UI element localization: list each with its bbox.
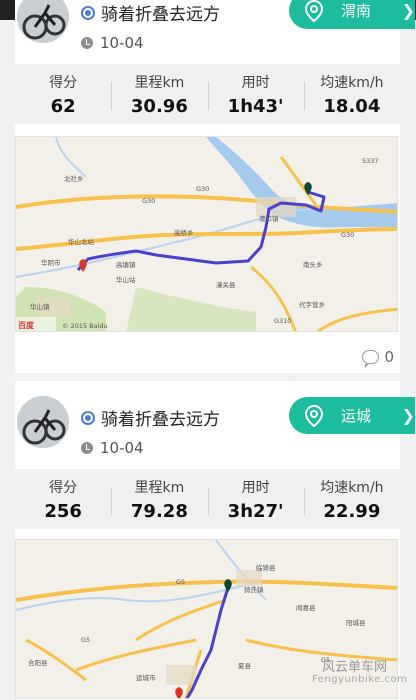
stat-value: 18.04 [323,96,381,117]
user-name[interactable]: 骑着折叠去远方 [101,0,220,25]
map-label: 夏县 [238,662,252,670]
stat-value: 62 [50,96,76,117]
user-row: 骑着折叠去远方 [81,405,220,430]
location-button[interactable]: 渭南 ❯ [289,0,415,29]
stat-avg-speed: 均速km/h 22.99 [303,469,400,529]
map-label: 华阴市 [41,258,61,267]
map-label: G5 [81,636,90,644]
stat-score: 得分 256 [15,469,111,529]
user-icon [81,410,95,425]
chevron-right-icon: ❯ [401,406,415,425]
location-button[interactable]: 运城 ❯ [289,397,415,434]
route-map[interactable]: 北社乡 华山北站 高塘镇 华山站 华阴市 华山镇 高桥乡 潼关县 代字营乡 南头… [15,136,398,332]
map-label: G5 [176,578,185,586]
activity-card[interactable]: 骑着折叠去远方 10-04 运城 ❯ 得分 256 里程km 79.28 用时 3h2… [15,381,415,700]
map-label: 阳城县 [346,618,366,627]
location-label: 渭南 [341,2,372,20]
map-label: G30 [142,197,155,205]
map-label: 合阳县 [28,658,48,667]
stat-distance: 里程km 30.96 [111,64,207,124]
stats-bar: 得分 256 里程km 79.28 用时 3h27' 均速km/h 22.99 [15,469,400,529]
activity-date: 10-04 [100,34,144,52]
stat-duration: 用时 3h27' [207,469,304,529]
card-header: 骑着折叠去远方 10-04 渭南 ❯ [15,0,415,64]
card-header: 骑着折叠去远方 10-04 运城 ❯ [15,381,415,469]
stat-label: 得分 [49,480,78,496]
stat-value: 3h27' [227,501,284,522]
activity-date: 10-04 [100,439,144,457]
location-pin-icon [304,0,324,22]
map-label: 北社乡 [64,174,84,183]
stat-label: 里程km [134,480,185,496]
stats-bar: 得分 62 里程km 30.96 用时 1h43' 均速km/h 18.04 [15,64,400,124]
avatar[interactable] [17,396,69,448]
avatar[interactable] [17,0,69,43]
stat-label: 得分 [49,75,78,91]
stat-value: 1h43' [227,96,284,117]
stat-label: 里程km [134,75,185,91]
map-logo: 百度 [18,320,35,330]
clock-icon [81,442,93,454]
stat-value: 79.28 [130,501,188,522]
stat-label: 均速km/h [320,75,384,91]
activity-card[interactable]: 骑着折叠去远方 10-04 渭南 ❯ 得分 62 里程km 30.96 用时 1h43… [15,0,415,373]
site-watermark-url: Fengyunbike.com [312,674,408,685]
map-label: 高桥乡 [174,228,194,237]
stat-avg-speed: 均速km/h 18.04 [303,64,400,124]
map-label: 华山北站 [68,237,95,246]
map-label: 代字营乡 [299,300,325,309]
activity-feed: 骑着折叠去远方 10-04 渭南 ❯ 得分 62 里程km 30.96 用时 1h43… [0,0,416,700]
stat-duration: 用时 1h43' [207,64,304,124]
map-label: 港口镇 [259,214,279,223]
comment-count: 0 [384,348,394,366]
comment-icon [362,350,380,368]
map-label: 华山站 [116,275,136,284]
map-label: S337 [362,157,379,165]
map-label: 临猗县 [256,563,276,572]
map-label: 高塘镇 [116,260,136,269]
map-label: G310 [274,317,291,325]
chevron-right-icon: ❯ [401,1,415,20]
location-pin-icon [304,404,324,427]
date-row: 10-04 [81,34,144,52]
user-row: 骑着折叠去远方 [81,0,220,25]
user-icon [81,5,95,20]
stat-label: 用时 [241,480,270,496]
stat-value: 22.99 [323,501,381,522]
stat-label: 均速km/h [320,480,384,496]
user-name[interactable]: 骑着折叠去远方 [101,405,220,430]
site-watermark: 风云单车网 [322,660,388,675]
map-label: 华山镇 [30,302,50,311]
stat-label: 用时 [241,75,270,91]
map-label: 闻喜县 [296,603,316,612]
comment-button[interactable]: 0 [362,348,394,368]
map-label: 猗氏镇 [244,585,264,594]
stat-value: 256 [44,501,82,522]
map-label: G30 [341,231,354,239]
date-row: 10-04 [81,439,144,457]
stat-value: 30.96 [130,96,188,117]
stat-score: 得分 62 [15,64,111,124]
location-label: 运城 [341,407,372,425]
clock-icon [81,37,93,49]
stat-distance: 里程km 79.28 [111,469,207,529]
map-label: 南头乡 [303,260,323,269]
map-label: 潼关县 [216,280,236,289]
map-label: 运城市 [136,673,156,682]
map-copyright: © 2015 Baidu [62,322,108,330]
map-label: G30 [196,185,209,193]
